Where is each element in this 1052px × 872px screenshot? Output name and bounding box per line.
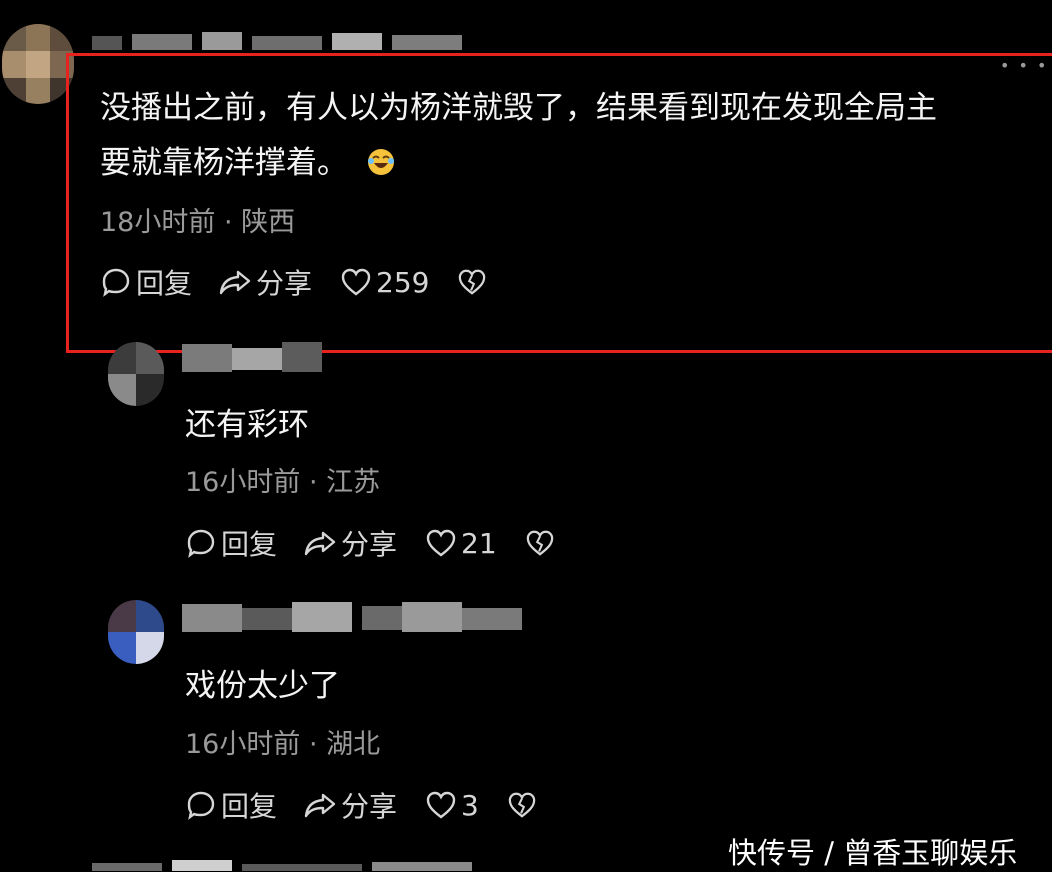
comment-text: 还有彩环 xyxy=(185,407,309,443)
share-arrow-icon xyxy=(304,793,336,818)
share-button[interactable]: 分享 xyxy=(303,523,397,563)
heart-icon xyxy=(426,791,456,819)
comment-actions: 回复 分享 3 xyxy=(185,785,537,825)
avatar[interactable] xyxy=(108,342,164,406)
username-blurred[interactable] xyxy=(92,30,472,52)
broken-heart-icon xyxy=(508,792,536,818)
like-count: 21 xyxy=(461,526,497,560)
dislike-button[interactable] xyxy=(507,791,537,819)
reply-bubble-icon xyxy=(187,791,215,820)
avatar[interactable] xyxy=(108,600,164,664)
username-blurred[interactable] xyxy=(182,602,542,636)
like-button[interactable]: 3 xyxy=(425,789,479,822)
username-blurred[interactable] xyxy=(182,342,342,376)
reply-label: 回复 xyxy=(221,528,278,561)
like-button[interactable]: 21 xyxy=(425,527,497,560)
like-count: 3 xyxy=(461,788,479,822)
reply-bubble-icon xyxy=(187,529,215,558)
avatar[interactable] xyxy=(2,24,74,104)
dislike-button[interactable] xyxy=(525,529,555,557)
reply-button[interactable]: 回复 xyxy=(185,785,277,825)
share-label: 分享 xyxy=(341,528,398,561)
broken-heart-icon xyxy=(526,530,553,556)
comment-actions: 回复 分享 21 xyxy=(185,523,555,563)
reply-label: 回复 xyxy=(221,790,278,823)
reply-button[interactable]: 回复 xyxy=(185,523,277,563)
next-comment-peek xyxy=(92,860,612,871)
share-arrow-icon xyxy=(304,531,336,556)
highlight-frame xyxy=(66,53,1052,353)
comment-meta: 16小时前 · 江苏 xyxy=(185,467,381,498)
share-label: 分享 xyxy=(341,790,398,823)
heart-icon xyxy=(426,529,456,557)
watermark: 快传号 / 曾香玉聊娱乐 xyxy=(728,836,1018,870)
comment-meta: 16小时前 · 湖北 xyxy=(185,729,381,760)
share-button[interactable]: 分享 xyxy=(303,785,397,825)
comment-text: 戏份太少了 xyxy=(185,668,340,704)
